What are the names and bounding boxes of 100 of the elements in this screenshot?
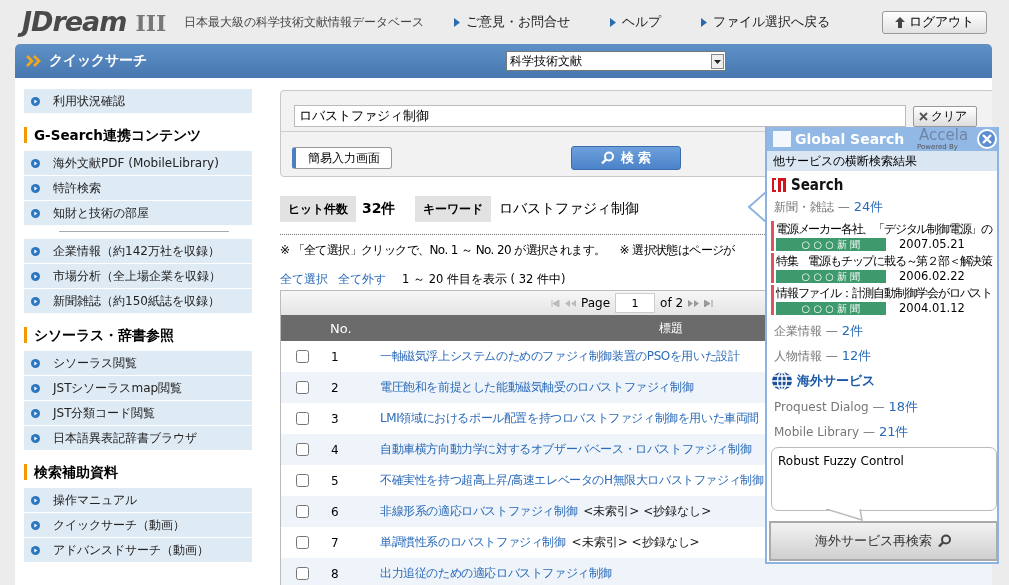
brand-logo: Accela [919, 127, 969, 143]
nav-link[interactable]: ファイル選択へ戻る [713, 13, 830, 31]
triangle-icon [454, 17, 460, 27]
search-icon [938, 534, 952, 548]
section-heading: G-Search連携コンテンツ [24, 127, 267, 143]
result-count-link[interactable]: 24件 [853, 199, 884, 214]
bullet-icon [31, 296, 40, 306]
result-count-link[interactable]: 2件 [841, 323, 864, 338]
article-item[interactable]: 電源メーカー各社、「デジタル制御電源」の ○ ○ ○ 新 聞 2007.05.21 [771, 221, 995, 251]
title-link[interactable]: 非線形系の適応ロバストファジィ制御 [380, 503, 578, 520]
page-field[interactable]: 1 [615, 293, 656, 313]
triangle-icon [701, 17, 707, 27]
sidebar-item[interactable]: アドバンスドサーチ（動画） [24, 538, 252, 562]
article-item[interactable]: 情報ファイル：計測自動制御学会がロバスト ○ ○ ○ 新 聞 2004.01.12 [771, 285, 995, 315]
title-link[interactable]: 単調慣性系のロバストファジィ制御 [380, 534, 566, 551]
record-note: <未索引> <抄録なし> [571, 534, 700, 551]
nav-link[interactable]: ヘルプ [622, 13, 661, 31]
sidebar-item[interactable]: 操作マニュアル [24, 488, 252, 512]
row-number: 1 [330, 349, 340, 364]
up-arrow-icon [895, 16, 905, 28]
page-title: クイックサーチ [49, 52, 148, 70]
note-text: ※ 「全て選択」クリックで、No. 1 ～ No. 20 が選択されます。 [280, 242, 606, 259]
triangle-icon [610, 17, 616, 27]
row-number: 3 [330, 411, 340, 426]
record-note: <未索引> <抄録なし> [583, 503, 712, 520]
column-header: 標題 [658, 319, 683, 337]
section-heading: シソーラス・辞書参照 [24, 327, 267, 343]
close-button[interactable] [977, 129, 997, 149]
row-checkbox[interactable] [295, 567, 309, 580]
research-button[interactable]: 海外サービス再検索 [769, 521, 997, 561]
row-number: 7 [330, 535, 340, 550]
bullet-icon [31, 433, 40, 443]
row-number: 5 [330, 473, 340, 488]
title-link[interactable]: 不確実性を持つ超高上昇/高速エレベータのH無限大ロバストファジィ制御 [380, 472, 764, 489]
bullet-icon [31, 383, 40, 393]
row-checkbox[interactable] [295, 536, 309, 549]
first-page-icon [551, 299, 560, 307]
source-label: ○ ○ ○ 新 聞 [776, 269, 886, 283]
row-number: 8 [330, 566, 340, 581]
note-text: ※ 選択状態はページが [619, 242, 735, 259]
sidebar-item[interactable]: 市場分析（全上場企業を収録） [24, 264, 252, 288]
previous-page-icon [565, 299, 576, 307]
section-heading: 海外サービス [797, 372, 875, 390]
sidebar-item[interactable]: JST分類コード閲覧 [24, 401, 252, 425]
category-label: 企業情報 — [774, 324, 838, 338]
window-icon [773, 131, 791, 147]
search-field[interactable]: ロバストファジィ制御 [294, 105, 906, 127]
title-link[interactable]: 自動車横方向動力学に対するオブザーバベース・ロバストファジィ制御 [380, 441, 752, 458]
row-number: 4 [330, 442, 340, 457]
title-link[interactable]: 一軸磁気浮上システムのためのファジィ制御装置のPSOを用いた設計 [380, 348, 740, 365]
row-checkbox[interactable] [295, 350, 309, 363]
nav-link[interactable]: ご意見・お問合せ [466, 13, 570, 31]
result-count-link[interactable]: 18件 [888, 399, 918, 414]
bullet-icon [31, 495, 40, 505]
simple-input-button[interactable]: 簡易入力画面 [292, 147, 392, 169]
range-text: 1 ～ 20 件目を表示 ( 32 件中) [402, 271, 566, 287]
hits-label: ヒット件数 [280, 196, 356, 222]
row-checkbox[interactable] [295, 412, 309, 425]
bullet-icon [31, 408, 40, 418]
gsearch-logo: Search [771, 175, 995, 195]
result-count-link[interactable]: 21件 [878, 424, 909, 439]
deselect-all-link[interactable]: 全て外す [338, 271, 386, 287]
section-heading: 検索補助資料 [24, 464, 267, 480]
bullet-icon [31, 183, 40, 193]
sidebar-item[interactable]: 海外文献PDF (MobileLibrary) [24, 151, 252, 175]
popup-subtitle: 他サービスの横断検索結果 [767, 151, 997, 171]
select-all-link[interactable]: 全て選択 [280, 271, 328, 287]
article-title: 特集 電源もチップに載る～第２部＜解決策 [776, 253, 994, 269]
sidebar-item[interactable]: 新聞雑誌（約150紙誌を収録） [24, 289, 252, 313]
sidebar-item[interactable]: 特許検索 [24, 176, 252, 200]
search-icon [600, 151, 615, 165]
tagline: 日本最大級の科学技術文献情報データベース [184, 13, 424, 31]
row-checkbox[interactable] [295, 381, 309, 394]
title-link[interactable]: 電圧飽和を前提とした能動磁気軸受のロバストファジィ制御 [380, 379, 694, 396]
row-checkbox[interactable] [295, 505, 309, 518]
sidebar-item[interactable]: 日本語異表記辞書ブラウザ [24, 426, 252, 450]
title-link[interactable]: 出力追従のための適応ロバストファジィ制御 [380, 565, 612, 582]
double-chevron-icon [26, 55, 42, 67]
database-dropdown[interactable]: 科学技術文献 [506, 51, 726, 71]
sidebar-item[interactable]: クイックサーチ（動画） [24, 513, 252, 537]
title-link[interactable]: LMI領域におけるポール配置を持つロバストファジィ制御を用いた車両間 [380, 410, 759, 427]
result-count-link[interactable]: 12件 [841, 348, 872, 363]
row-number: 6 [330, 504, 340, 519]
sidebar-item[interactable]: JSTシソーラスmap閲覧 [24, 376, 252, 400]
row-checkbox[interactable] [295, 474, 309, 487]
sidebar-item[interactable]: 利用状況確認 [24, 89, 252, 113]
logout-button[interactable]: ログアウト [882, 10, 987, 34]
category-label: Mobile Library — [774, 425, 875, 439]
clear-button[interactable]: クリア [913, 105, 977, 127]
sidebar-item[interactable]: シソーラス閲覧 [24, 351, 252, 375]
bullet-icon [31, 271, 40, 281]
article-title: 電源メーカー各社、「デジタル制御電源」の [776, 221, 994, 237]
row-checkbox[interactable] [295, 443, 309, 456]
bullet-icon [31, 520, 40, 530]
category-label: Proquest Dialog — [774, 400, 885, 414]
page-total: of 2 [660, 296, 684, 310]
article-item[interactable]: 特集 電源もチップに載る～第２部＜解決策 ○ ○ ○ 新 聞 2006.02.22 [771, 253, 995, 283]
sidebar-item[interactable]: 企業情報（約142万社を収録） [24, 239, 252, 263]
sidebar-item[interactable]: 知財と技術の部屋 [24, 201, 252, 225]
source-label: ○ ○ ○ 新 聞 [776, 237, 886, 251]
